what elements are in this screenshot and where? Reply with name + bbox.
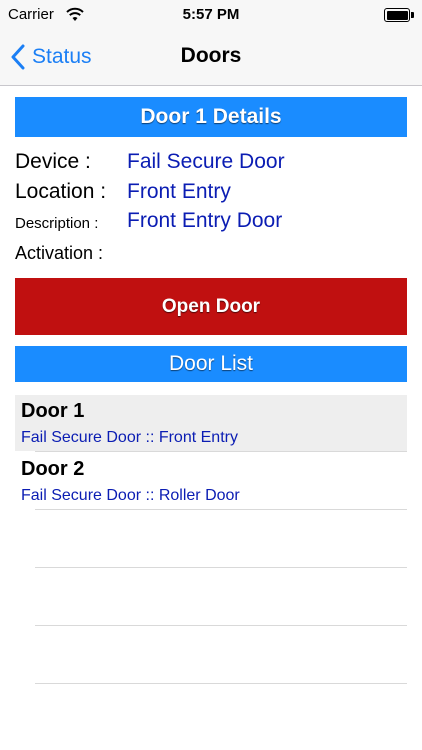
clock: 5:57 PM (182, 6, 240, 23)
status-bar: Carrier 5:57 PM (0, 0, 422, 30)
device-label: Device : (15, 150, 91, 173)
door-name: Door 2 (21, 458, 85, 480)
list-item[interactable]: Door 1 Fail Secure Door :: Front Entry (15, 395, 407, 451)
battery-icon (384, 8, 414, 22)
navigation-bar: Status Doors (0, 30, 422, 86)
door-list-header: Door List (15, 346, 407, 382)
location-label: Location : (15, 180, 107, 203)
description-label: Description : (15, 215, 99, 232)
door-details-header: Door 1 Details (15, 97, 407, 137)
description-value: Front Entry Door (127, 209, 283, 232)
open-door-button[interactable]: Open Door (15, 278, 407, 335)
divider (35, 451, 407, 452)
device-value: Fail Secure Door (127, 150, 285, 173)
location-value: Front Entry (127, 180, 231, 203)
divider (35, 567, 407, 568)
divider (35, 683, 407, 684)
activation-label: Activation : (15, 243, 104, 263)
door-name: Door 1 (21, 400, 85, 422)
door-detail: Fail Secure Door :: Roller Door (21, 487, 240, 504)
divider (35, 625, 407, 626)
divider (35, 509, 407, 510)
list-item[interactable]: Door 2 Fail Secure Door :: Roller Door (15, 453, 407, 509)
door-detail: Fail Secure Door :: Front Entry (21, 429, 238, 446)
page-title: Doors (180, 44, 242, 67)
